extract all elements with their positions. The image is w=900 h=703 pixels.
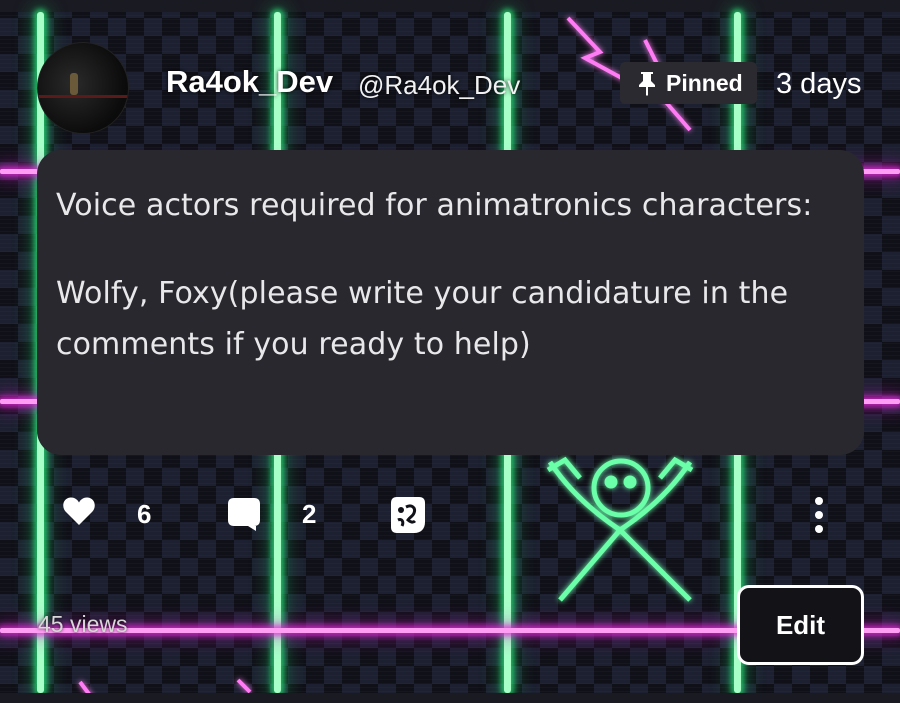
share-icon [391,497,425,533]
more-options-button[interactable] [815,497,823,533]
heart-icon [63,497,95,525]
share-button[interactable] [390,496,426,534]
pin-icon [639,72,655,96]
comment-count: 2 [302,499,317,529]
comment-button[interactable] [226,496,262,532]
author-display-name[interactable]: Ra4ok_Dev [166,64,333,100]
view-count: 45 views [38,611,128,637]
more-options-icon [815,497,823,505]
comment-icon [228,498,260,531]
post-text-paragraph: Wolfy, Foxy(please write your candidatur… [56,276,789,362]
like-button[interactable] [62,496,96,526]
pinned-label: Pinned [666,69,743,96]
bottom-edge-bar [0,693,900,703]
edit-button[interactable]: Edit [737,585,864,665]
avatar-floor [38,95,128,98]
author-handle[interactable]: @Ra4ok_Dev [358,70,520,101]
post-body-card[interactable]: Voice actors required for animatronics c… [37,150,864,455]
author-avatar[interactable] [37,42,129,134]
more-options-icon [815,511,823,519]
like-count: 6 [137,499,152,529]
pinned-badge: Pinned [620,62,757,104]
crossbones-emblem [546,456,694,602]
post-text-paragraph: Voice actors required for animatronics c… [56,188,813,223]
more-options-icon [815,525,823,533]
post-timestamp: 3 days [776,68,862,100]
avatar-figure [70,73,78,95]
